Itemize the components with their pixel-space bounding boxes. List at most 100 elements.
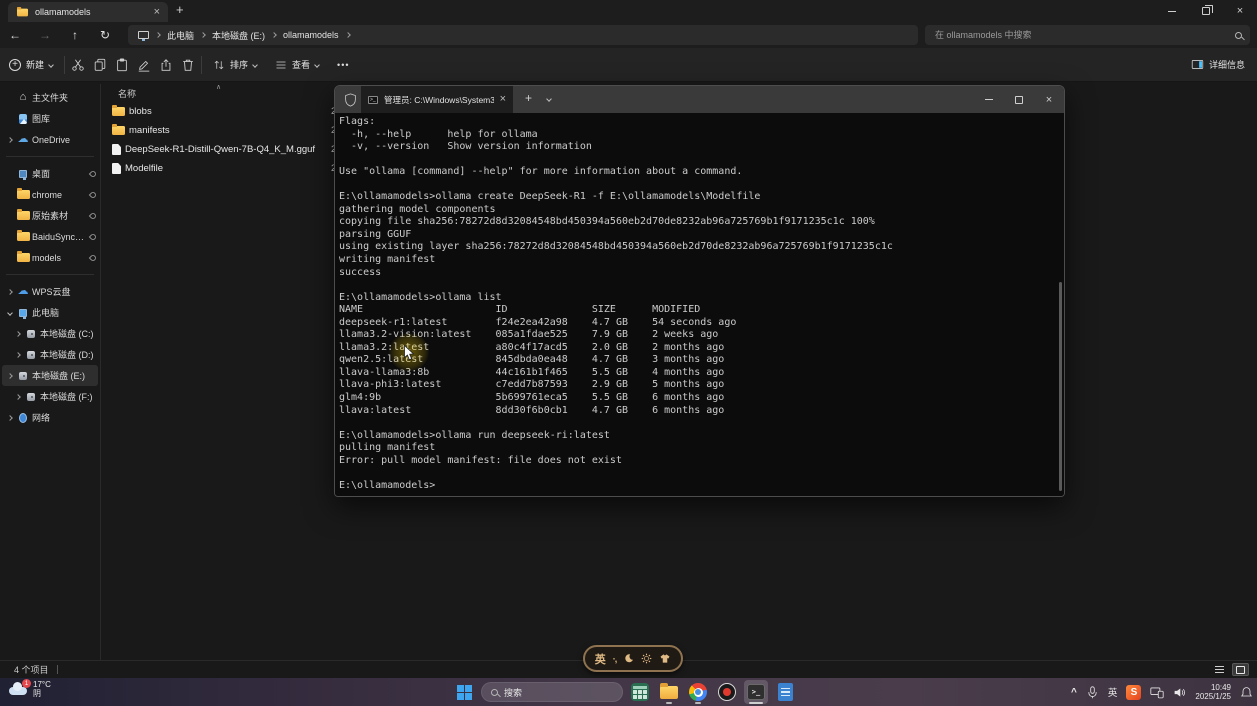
taskbar-start-button[interactable]	[452, 680, 476, 704]
explorer-tab[interactable]: ollamamodels ×	[8, 2, 168, 22]
paste-button[interactable]	[111, 53, 133, 77]
refresh-icon[interactable]: ↻	[90, 28, 120, 42]
chevron-right-icon[interactable]	[7, 137, 13, 143]
tab-close-icon[interactable]: ×	[154, 7, 160, 18]
taskbar-icon-terminal[interactable]: >_	[744, 680, 768, 704]
view-button-label: 查看	[292, 58, 310, 71]
details-view-button[interactable]	[1211, 663, 1228, 676]
sidebar-item-disk-d[interactable]: 本地磁盘 (D:)	[0, 344, 100, 365]
new-button[interactable]: + 新建	[0, 53, 62, 77]
breadcrumb-drive-e[interactable]: 本地磁盘 (E:)	[212, 29, 265, 42]
chevron-right-icon[interactable]	[7, 373, 13, 379]
new-tab-button[interactable]: +	[176, 3, 184, 16]
taskbar-icon-recorder[interactable]	[715, 680, 739, 704]
taskbar-search[interactable]: 搜索	[481, 682, 623, 702]
tray-volume-icon[interactable]	[1173, 686, 1186, 699]
share-button[interactable]	[155, 53, 177, 77]
file-row-blobs[interactable]: blobs 2	[104, 102, 344, 121]
terminal-content-area[interactable]: Flags: -h, --help help for ollama -v, --…	[335, 113, 1064, 496]
taskbar-icon-calculator[interactable]	[628, 680, 652, 704]
tray-bell-icon[interactable]	[1240, 686, 1253, 699]
tray-cast-icon[interactable]	[1150, 686, 1164, 699]
file-row-modelfile[interactable]: Modelfile 2	[104, 159, 344, 178]
up-icon[interactable]: ↑	[60, 28, 90, 42]
taskbar-icon-chrome[interactable]	[686, 680, 710, 704]
terminal-close-button[interactable]: ×	[1034, 86, 1064, 113]
window-restore-button[interactable]	[1189, 0, 1223, 22]
terminal-tab[interactable]: >_ 管理员: C:\Windows\System32 ×	[361, 86, 513, 113]
windows-logo-icon	[457, 685, 472, 700]
window-close-button[interactable]: ×	[1223, 0, 1257, 22]
terminal-new-tab-button[interactable]: +	[525, 92, 532, 104]
breadcrumb[interactable]: 此电脑 本地磁盘 (E:) ollamamodels	[128, 25, 918, 45]
icons-view-button[interactable]	[1232, 663, 1249, 676]
cut-button[interactable]	[67, 53, 89, 77]
terminal-title-bar[interactable]: >_ 管理员: C:\Windows\System32 × + ×	[335, 86, 1064, 113]
chevron-down-icon[interactable]	[7, 310, 13, 316]
taskbar-icon-explorer[interactable]	[657, 680, 681, 704]
notepad-icon	[778, 683, 793, 701]
file-row-gguf[interactable]: DeepSeek-R1-Distill-Qwen-7B-Q4_K_M.gguf …	[104, 140, 344, 159]
ime-punctuation-toggle[interactable]: ·,	[613, 654, 617, 664]
sidebar-item-disk-f[interactable]: 本地磁盘 (F:)	[0, 386, 100, 407]
chevron-right-icon[interactable]	[15, 352, 21, 358]
sidebar-item-network[interactable]: 网络	[0, 407, 100, 428]
rename-button[interactable]	[133, 53, 155, 77]
folder-icon	[17, 232, 30, 241]
chevron-right-icon[interactable]	[7, 289, 13, 295]
ime-toolbar[interactable]: 英 ·,	[583, 645, 683, 672]
taskbar-weather-widget[interactable]: 1 17°C 阴	[8, 680, 51, 698]
sidebar-item-home[interactable]: ⌂ 主文件夹	[0, 87, 100, 108]
sidebar-item-onedrive[interactable]: ☁ OneDrive	[0, 129, 100, 150]
more-options-button[interactable]: •••	[328, 53, 358, 77]
sort-button[interactable]: 排序	[204, 53, 266, 77]
toolbar-divider	[64, 56, 65, 74]
breadcrumb-ollamamodels[interactable]: ollamamodels	[283, 30, 339, 40]
forward-icon[interactable]: →	[30, 28, 60, 42]
sidebar-item-gallery[interactable]: 图库	[0, 108, 100, 129]
active-indicator	[749, 702, 763, 704]
tray-clock[interactable]: 10:49 2025/1/25	[1195, 683, 1231, 701]
calculator-icon	[631, 683, 649, 701]
sidebar-item-material[interactable]: 原始素材	[0, 205, 100, 226]
details-pane-button[interactable]: 详细信息	[1191, 58, 1245, 71]
terminal-tab-close-icon[interactable]: ×	[500, 94, 506, 105]
chevron-right-icon[interactable]	[7, 415, 13, 421]
column-header-name[interactable]: 名称 ∧	[104, 84, 344, 102]
chevron-right-icon[interactable]	[15, 331, 21, 337]
taskbar-icon-notepad[interactable]	[773, 680, 797, 704]
chevron-right-icon[interactable]	[15, 394, 21, 400]
file-row-manifests[interactable]: manifests 2	[104, 121, 344, 140]
terminal-scrollbar[interactable]	[1059, 282, 1062, 491]
back-icon[interactable]: ←	[0, 28, 30, 42]
tray-expand-chevron[interactable]: ^	[1071, 687, 1077, 698]
terminal-minimize-button[interactable]	[974, 86, 1004, 113]
sidebar-item-wps-cloud[interactable]: ☁ WPS云盘	[0, 281, 100, 302]
file-explorer-icon	[660, 686, 678, 699]
sidebar-item-baidusyncdisk[interactable]: BaiduSyncdisk	[0, 226, 100, 247]
sidebar-item-chrome[interactable]: chrome	[0, 184, 100, 205]
search-input[interactable]	[933, 29, 1235, 41]
tray-sogou-icon[interactable]: S	[1126, 685, 1141, 700]
terminal-tab-dropdown-icon[interactable]	[546, 96, 552, 102]
ime-language-mode[interactable]: 英	[595, 651, 606, 667]
tray-ime-language[interactable]: 英	[1108, 685, 1118, 699]
sidebar-item-models[interactable]: models	[0, 247, 100, 268]
ime-moon-icon[interactable]	[623, 653, 634, 664]
window-minimize-button[interactable]	[1155, 0, 1189, 22]
copy-button[interactable]	[89, 53, 111, 77]
ime-skin-icon[interactable]	[659, 653, 671, 664]
explorer-search-box[interactable]	[925, 25, 1250, 45]
delete-button[interactable]	[177, 53, 199, 77]
cmd-icon: >_	[368, 96, 378, 104]
tray-mic-icon[interactable]	[1086, 686, 1099, 699]
sidebar-item-this-pc[interactable]: 此电脑	[0, 302, 100, 323]
breadcrumb-this-pc[interactable]: 此电脑	[167, 29, 194, 42]
search-icon	[491, 689, 498, 696]
ime-settings-gear-icon[interactable]	[641, 653, 652, 664]
sidebar-item-desktop[interactable]: 桌面	[0, 163, 100, 184]
terminal-maximize-button[interactable]	[1004, 86, 1034, 113]
view-button[interactable]: 查看	[266, 53, 328, 77]
sidebar-item-disk-e[interactable]: 本地磁盘 (E:)	[2, 365, 98, 386]
sidebar-item-disk-c[interactable]: 本地磁盘 (C:)	[0, 323, 100, 344]
